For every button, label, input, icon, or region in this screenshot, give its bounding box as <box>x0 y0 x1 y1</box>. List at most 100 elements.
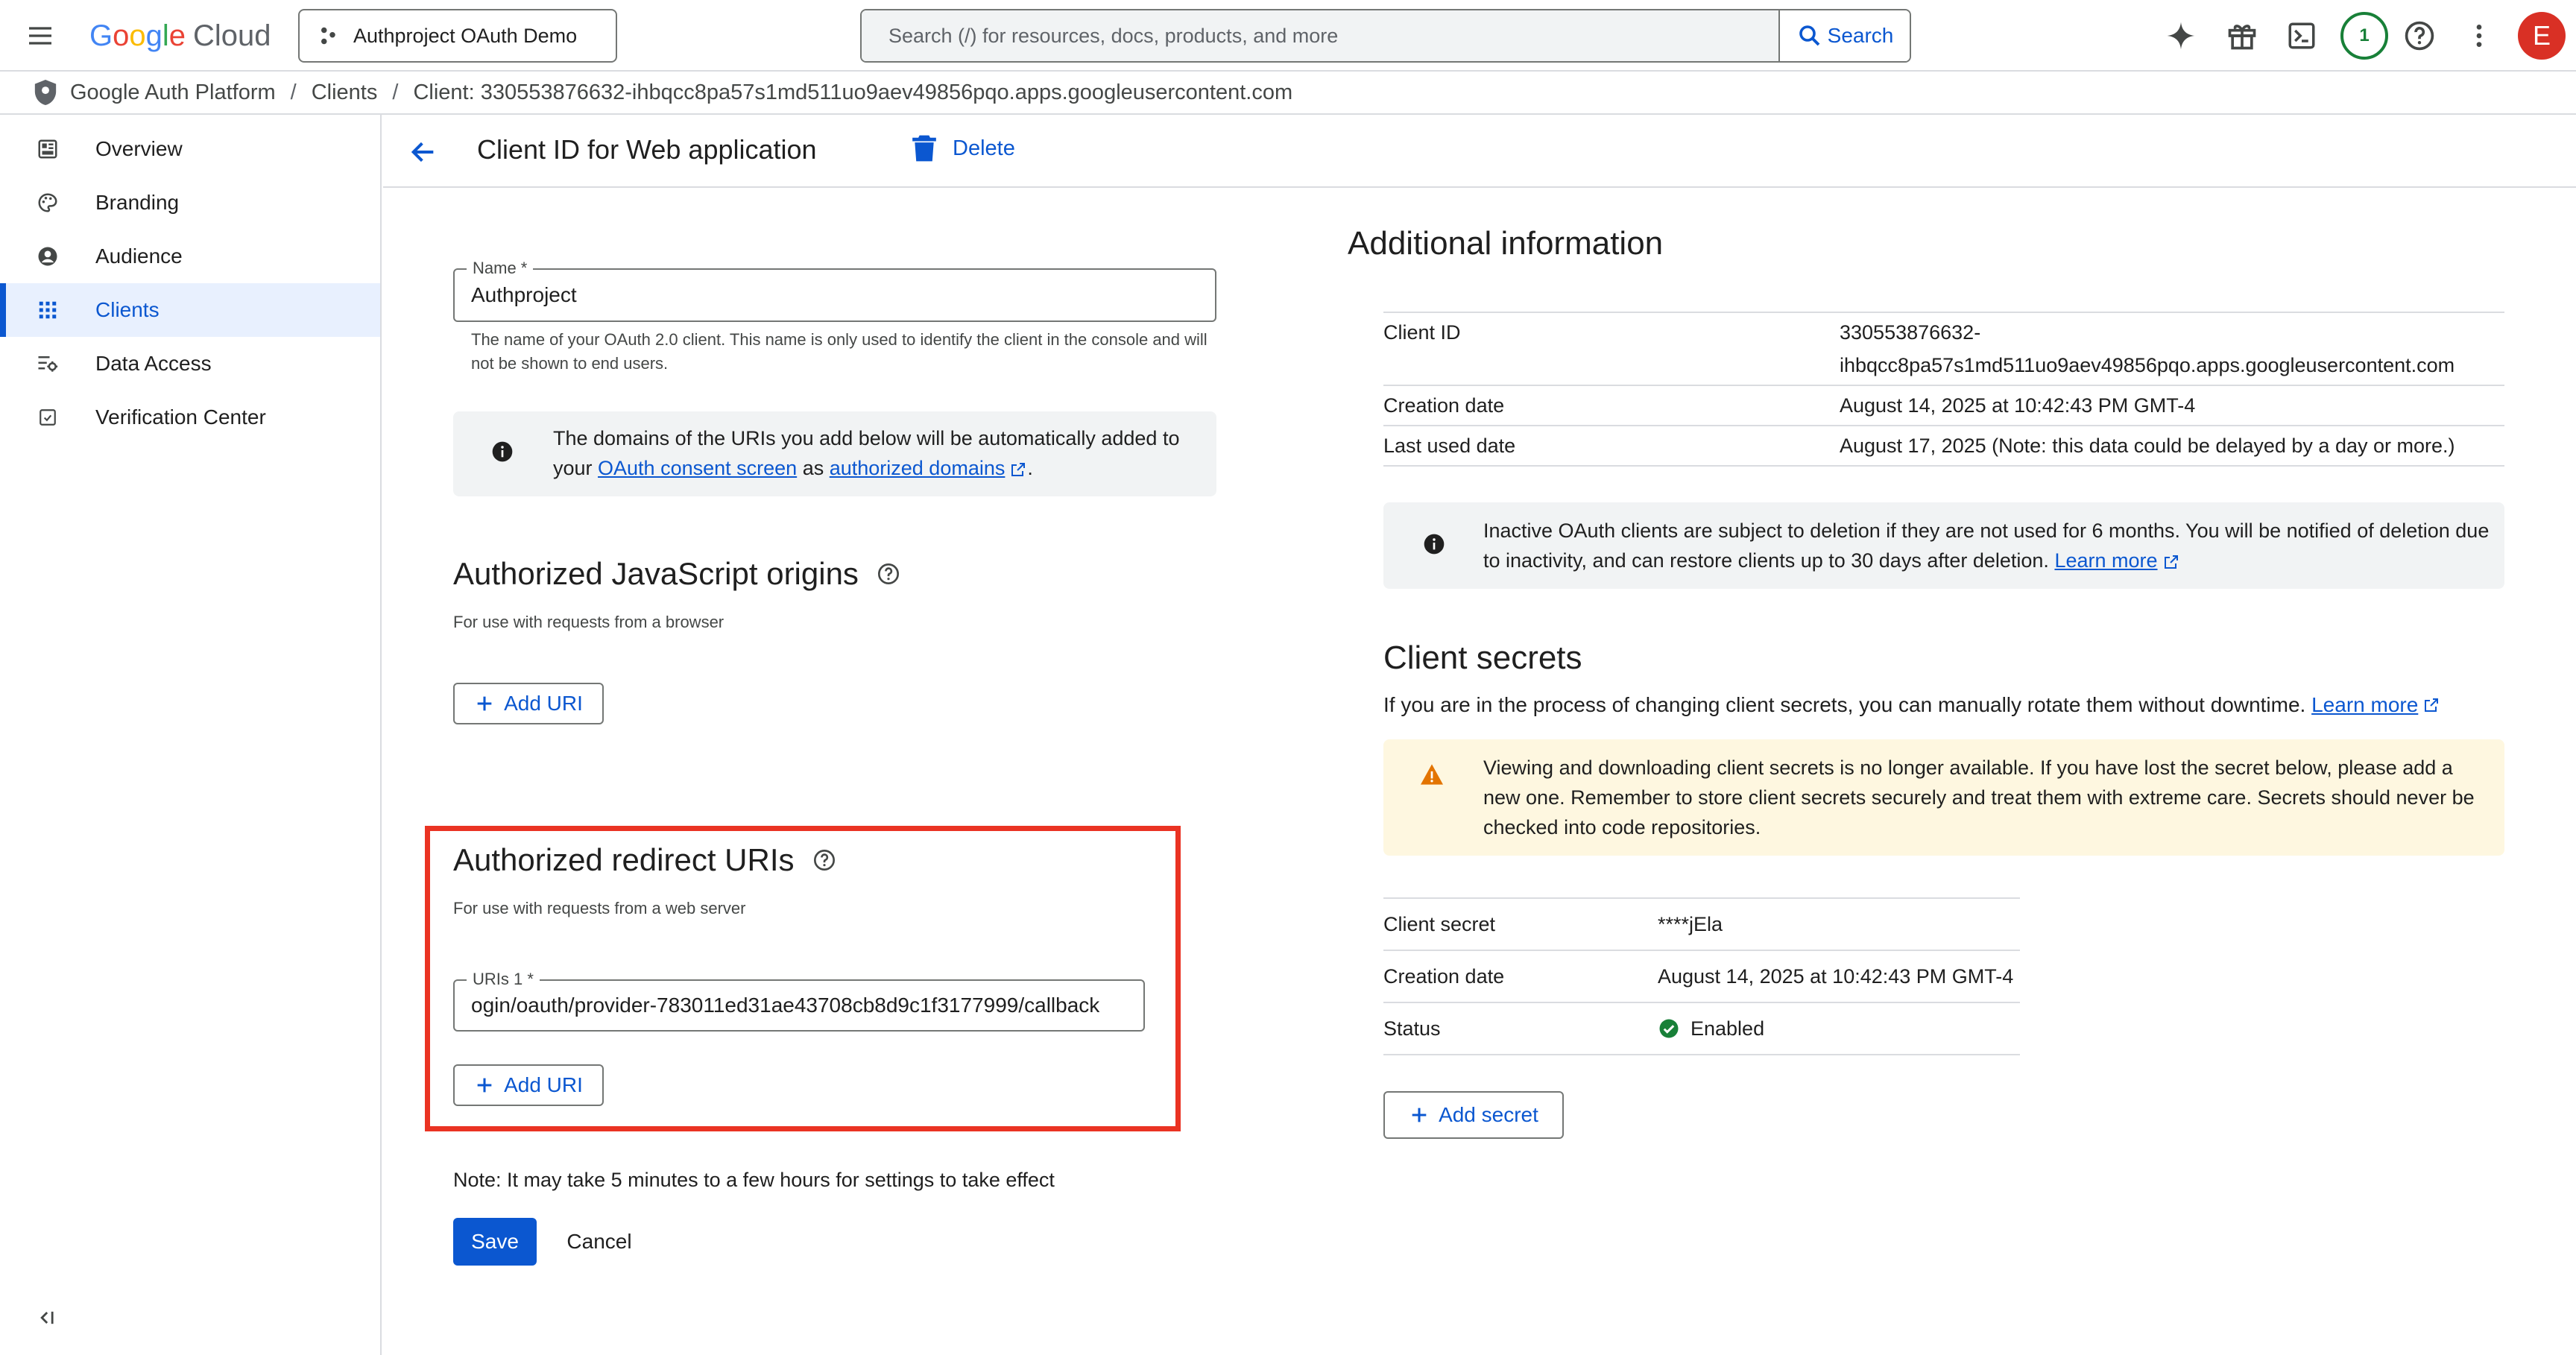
inactive-info-box: Inactive OAuth clients are subject to de… <box>1383 502 2504 589</box>
js-origins-title-text: Authorized JavaScript origins <box>453 556 859 591</box>
learn-more-link[interactable]: Learn more <box>2054 549 2157 572</box>
oauth-consent-link[interactable]: OAuth consent screen <box>598 457 797 479</box>
search-icon <box>1799 25 1820 46</box>
menu-icon[interactable] <box>25 21 55 51</box>
creation-date-value: August 14, 2025 at 10:42:43 PM GMT-4 <box>1840 394 2196 417</box>
status-text: Enabled <box>1690 1017 1765 1040</box>
client-secret-key: Client secret <box>1383 913 1496 935</box>
cloud-shell-icon[interactable] <box>2284 18 2320 54</box>
inactive-info-text: Inactive OAuth clients are subject to de… <box>1483 516 2490 575</box>
check-circle-icon <box>1659 1019 1679 1038</box>
help-icon[interactable] <box>2402 18 2437 54</box>
redirect-uri-1-label: URIs 1 * <box>467 970 540 988</box>
inactive-info-body: Inactive OAuth clients are subject to de… <box>1483 519 2490 572</box>
domains-info-part: . <box>1027 457 1033 479</box>
redirect-uris-subtitle: For use with requests from a web server <box>453 899 746 917</box>
breadcrumb-clients[interactable]: Clients <box>312 80 378 105</box>
project-icon <box>321 27 335 45</box>
verification-icon <box>36 405 60 429</box>
warning-icon <box>1419 763 1445 786</box>
table-row: Client secret ****jEla <box>1383 899 2020 951</box>
info-icon <box>1422 532 1446 556</box>
breadcrumb-separator: / <box>392 80 399 104</box>
client-id-value: 330553876632- ihbqcc8pa57s1md511uo9aev49… <box>1840 316 2455 385</box>
js-origins-title: Authorized JavaScript origins <box>453 556 900 592</box>
plus-icon <box>1412 1108 1427 1122</box>
authorized-domains-link[interactable]: authorized domains <box>830 457 1006 479</box>
client-info-table: Client ID 330553876632- ihbqcc8pa57s1md5… <box>1383 312 2504 467</box>
client-id-line-1: 330553876632- <box>1840 321 1981 344</box>
add-redirect-uri-button[interactable]: Add URI <box>453 1064 604 1106</box>
external-link-icon <box>2422 696 2440 714</box>
creation-date-key: Creation date <box>1383 394 1505 417</box>
add-uri-label: Add URI <box>504 692 583 715</box>
table-row: Last used date August 17, 2025 (Note: th… <box>1383 426 2504 467</box>
sidebar-item-audience[interactable]: Audience <box>0 230 380 283</box>
add-secret-button[interactable]: Add secret <box>1383 1091 1564 1139</box>
external-link-icon <box>1009 461 1027 478</box>
sidebar-item-label: Data Access <box>95 352 212 375</box>
table-row: Status Enabled <box>1383 1003 2020 1055</box>
sidebar-item-label: Verification Center <box>95 405 266 429</box>
secret-creation-date-value: August 14, 2025 at 10:42:43 PM GMT-4 <box>1658 965 2014 988</box>
sidebar-item-branding[interactable]: Branding <box>0 176 380 230</box>
breadcrumb-client: Client: 330553876632-ihbqcc8pa57s1md511u… <box>413 80 1293 104</box>
breadcrumb: Google Auth Platform / Clients / Client:… <box>0 72 2576 115</box>
info-icon <box>490 440 514 464</box>
sidebar-item-label: Branding <box>95 191 180 214</box>
status-value: Enabled <box>1658 1012 1764 1045</box>
name-field-label: Name * <box>467 259 534 277</box>
search-input[interactable] <box>862 10 1778 61</box>
data-access-icon <box>36 352 60 376</box>
client-id-line-2: ihbqcc8pa57s1md511uo9aev49856pqo.apps.go… <box>1840 354 2455 376</box>
gemini-sparkle-icon[interactable] <box>2163 18 2199 54</box>
apps-grid-icon <box>36 298 60 322</box>
add-uri-label: Add URI <box>504 1073 583 1096</box>
notifications-badge[interactable]: 1 <box>2340 12 2388 60</box>
sidebar-item-overview[interactable]: Overview <box>0 122 380 176</box>
last-used-key: Last used date <box>1383 435 1516 457</box>
account-avatar[interactable]: E <box>2518 12 2566 60</box>
client-secret-table: Client secret ****jEla Creation date Aug… <box>1383 897 2020 1055</box>
client-id-key: Client ID <box>1383 321 1461 344</box>
sidebar-item-label: Clients <box>95 298 160 321</box>
collapse-sidebar-icon[interactable] <box>36 1307 57 1328</box>
sidebar-item-label: Overview <box>95 137 183 160</box>
client-secrets-subtitle-text: If you are in the process of changing cl… <box>1383 693 2306 716</box>
name-field: Name * <box>453 259 1216 322</box>
help-outline-icon[interactable] <box>812 848 836 872</box>
redirect-uri-1-input[interactable] <box>455 981 1143 1030</box>
table-row: Creation date August 14, 2025 at 10:42:4… <box>1383 951 2020 1003</box>
name-input[interactable] <box>455 270 1215 320</box>
client-secrets-title: Client secrets <box>1383 639 1582 676</box>
help-outline-icon[interactable] <box>877 562 900 586</box>
sidebar-item-data-access[interactable]: Data Access <box>0 337 380 391</box>
sidebar-item-verification-center[interactable]: Verification Center <box>0 391 380 444</box>
dashboard-icon <box>36 137 60 161</box>
breadcrumb-auth-platform[interactable]: Google Auth Platform <box>70 80 276 105</box>
js-origins-subtitle: For use with requests from a browser <box>453 613 724 631</box>
redirect-uri-1-field: URIs 1 * <box>453 970 1145 1032</box>
search-button[interactable]: Search <box>1778 10 1910 61</box>
gift-icon[interactable] <box>2224 18 2260 54</box>
search-bar: Search <box>860 9 1911 63</box>
learn-more-link[interactable]: Learn more <box>2311 693 2418 717</box>
google-cloud-logo[interactable]: Google Cloud <box>89 16 271 55</box>
plus-icon <box>477 696 492 711</box>
status-key: Status <box>1383 1017 1441 1040</box>
delete-label: Delete <box>953 136 1015 160</box>
project-picker[interactable]: Authproject OAuth Demo <box>298 9 617 63</box>
redirect-uris-title-text: Authorized redirect URIs <box>453 842 795 877</box>
name-helper-text: The name of your OAuth 2.0 client. This … <box>471 330 1208 373</box>
sidebar-item-clients[interactable]: Clients <box>0 283 380 337</box>
trash-icon <box>912 135 936 162</box>
add-secret-label: Add secret <box>1439 1103 1538 1126</box>
additional-info-title: Additional information <box>1348 225 1664 262</box>
save-button[interactable]: Save <box>453 1218 537 1266</box>
delete-button[interactable]: Delete <box>912 134 1015 162</box>
cancel-button[interactable]: Cancel <box>552 1218 647 1266</box>
more-vert-icon[interactable] <box>2461 18 2497 54</box>
add-js-origin-button[interactable]: Add URI <box>453 683 604 724</box>
back-arrow-icon[interactable] <box>408 137 438 167</box>
external-link-icon <box>2162 553 2180 571</box>
